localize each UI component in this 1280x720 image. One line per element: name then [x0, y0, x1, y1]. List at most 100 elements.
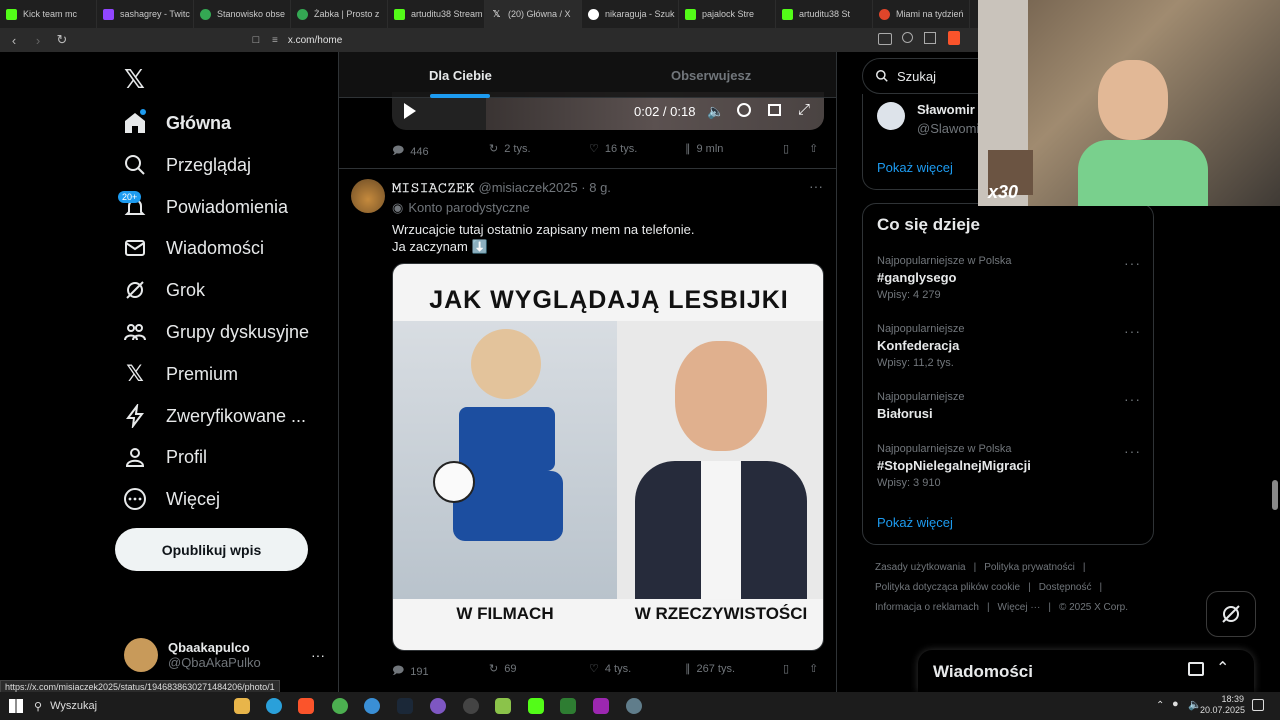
bookmark-button[interactable]: ▯: [783, 142, 789, 155]
obs-icon[interactable]: [463, 698, 479, 714]
nav-item-profile[interactable]: Profil: [122, 437, 207, 477]
repost-button[interactable]: ↻ 69: [489, 662, 516, 676]
footer-link[interactable]: Informacja o reklamach: [875, 602, 979, 613]
app-icon[interactable]: [364, 698, 380, 714]
browser-tab[interactable]: 𝕏 (20) Główna / X: [485, 0, 582, 28]
nav-item-more[interactable]: Więcej: [122, 479, 220, 519]
views-button[interactable]: ∥ 9 mln: [685, 142, 723, 156]
messages-drawer[interactable]: Wiadomości ⌃: [918, 650, 1254, 692]
views-button[interactable]: ∥ 267 tys.: [685, 662, 735, 676]
tab-for-you[interactable]: Dla Ciebie: [429, 68, 492, 83]
browser-tab[interactable]: nikaraguja - Szuk: [582, 0, 679, 28]
tray-chevron-icon[interactable]: ⌃: [1156, 700, 1164, 711]
browser-tab[interactable]: sashagrey - Twitc: [97, 0, 194, 28]
grok-floating-button[interactable]: [1206, 591, 1256, 637]
settings-icon[interactable]: [737, 103, 751, 117]
volume-icon[interactable]: 🔈: [707, 103, 724, 120]
windows-start-icon[interactable]: [9, 699, 23, 713]
app-icon[interactable]: [560, 698, 576, 714]
chrome-icon[interactable]: [332, 698, 348, 714]
zoom-icon[interactable]: [902, 32, 913, 43]
mic-icon[interactable]: ●: [1172, 698, 1179, 710]
taskbar-search[interactable]: ⚲ Wyszukaj: [34, 696, 224, 716]
nav-item-communities[interactable]: Grupy dyskusyjne: [122, 312, 309, 352]
play-icon[interactable]: [404, 103, 416, 119]
notifications-icon[interactable]: [1252, 699, 1264, 711]
address-bar[interactable]: ≡ x.com/home: [244, 31, 974, 49]
nav-item-verified-orgs[interactable]: Zweryfikowane ...: [122, 396, 306, 436]
app-icon[interactable]: [495, 698, 511, 714]
clock[interactable]: 18:39 20.07.2025: [1200, 694, 1245, 716]
account-menu-icon[interactable]: ···: [311, 647, 325, 663]
footer-link[interactable]: Polityka prywatności: [984, 562, 1075, 573]
forward-icon[interactable]: ›: [28, 30, 48, 50]
post-button[interactable]: Opublikuj wpis: [115, 528, 308, 571]
footer-link[interactable]: Więcej ···: [998, 602, 1041, 613]
share-button[interactable]: ⇧: [809, 662, 818, 675]
reply-button[interactable]: 🗩 191: [392, 662, 429, 681]
trend-item[interactable]: Najpopularniejsze w Polska #StopNielegal…: [877, 443, 1141, 489]
post-image[interactable]: JAK WYGLĄDAJĄ LESBIJKI W FILMACH W RZECZ…: [392, 263, 824, 651]
like-button[interactable]: ♡ 4 tys.: [589, 662, 631, 676]
nav-item-messages[interactable]: Wiadomości: [122, 228, 264, 268]
browser-tab[interactable]: pajalock Stre: [679, 0, 776, 28]
back-icon[interactable]: ‹: [4, 30, 24, 50]
repost-button[interactable]: ↻ 2 tys.: [489, 142, 531, 156]
browser-tab[interactable]: Miami na tydzień: [873, 0, 970, 28]
reply-button[interactable]: 🗩 446: [392, 142, 429, 161]
x-logo-icon[interactable]: 𝕏: [124, 64, 145, 95]
app-icon[interactable]: [430, 698, 446, 714]
grok-icon: [122, 277, 148, 303]
kick-icon[interactable]: [528, 698, 544, 714]
app-icon[interactable]: [593, 698, 609, 714]
trend-more-icon[interactable]: ···: [1124, 391, 1141, 407]
browser-tab[interactable]: Stanowisko obse: [194, 0, 291, 28]
nav-item-premium[interactable]: 𝕏 Premium: [122, 354, 238, 394]
expand-icon[interactable]: ⌃: [1216, 658, 1229, 678]
tab-following[interactable]: Obserwujesz: [671, 68, 751, 83]
post-more-icon[interactable]: ···: [809, 178, 823, 194]
browser-tab[interactable]: artuditu38 St: [776, 0, 873, 28]
nav-item-explore[interactable]: Przeglądaj: [122, 145, 251, 185]
trend-more-icon[interactable]: ···: [1124, 443, 1141, 459]
site-info-icon[interactable]: ≡: [272, 35, 278, 46]
account-switcher[interactable]: Qbaakapulco @QbaAkaPulko ···: [115, 632, 325, 678]
steam-icon[interactable]: [397, 698, 413, 714]
show-more-link[interactable]: Pokaż więcej: [877, 515, 953, 530]
edge-icon[interactable]: [266, 698, 282, 714]
pip-icon[interactable]: [768, 104, 781, 116]
app-icon[interactable]: [626, 698, 642, 714]
share-button[interactable]: ⇧: [809, 142, 818, 155]
trend-item[interactable]: Najpopularniejsze w Polska #ganglysego W…: [877, 255, 1141, 301]
trend-more-icon[interactable]: ···: [1124, 255, 1141, 271]
post-handle-time[interactable]: @misiaczek2025 · 8 g.: [479, 180, 611, 196]
fullscreen-icon[interactable]: ⤢: [798, 101, 810, 118]
footer-link[interactable]: Zasady użytkowania: [875, 562, 966, 573]
brave-shield-icon[interactable]: [948, 31, 960, 45]
footer-link[interactable]: Dostępność: [1039, 582, 1092, 593]
like-button[interactable]: ♡ 16 tys.: [589, 142, 637, 156]
trend-item[interactable]: Najpopularniejsze Konfederacja Wpisy: 11…: [877, 323, 1141, 369]
meme-right-caption: W RZECZYWISTOŚCI: [634, 604, 808, 623]
footer-link[interactable]: Polityka dotycząca plików cookie: [875, 582, 1020, 593]
brave-icon[interactable]: [298, 698, 314, 714]
file-explorer-icon[interactable]: [234, 698, 250, 714]
nav-item-grok[interactable]: Grok: [122, 270, 205, 310]
reload-icon[interactable]: ↻: [52, 30, 72, 50]
post-display-name[interactable]: 𝙼𝙸𝚂𝙸𝙰𝙲𝚉𝙴𝙺: [392, 180, 475, 196]
bookmark-button[interactable]: ▯: [783, 662, 789, 675]
nav-item-notifications[interactable]: Powiadomienia 20+: [118, 187, 288, 227]
share-icon[interactable]: [924, 32, 936, 44]
post-avatar[interactable]: [351, 179, 385, 213]
suggest-avatar[interactable]: [877, 102, 905, 130]
nav-item-home[interactable]: Główna: [122, 103, 231, 143]
scrollbar-thumb[interactable]: [1272, 480, 1278, 510]
trend-more-icon[interactable]: ···: [1124, 323, 1141, 339]
show-more-link[interactable]: Pokaż więcej: [877, 160, 953, 175]
trend-item[interactable]: Najpopularniejsze Białorusi ···: [877, 391, 1141, 421]
new-message-icon[interactable]: [1188, 662, 1204, 676]
browser-tab[interactable]: Żabka | Prosto z: [291, 0, 388, 28]
reader-icon[interactable]: [878, 33, 892, 45]
browser-tab[interactable]: Kick team mc: [0, 0, 97, 28]
browser-tab[interactable]: artuditu38 Stream: [388, 0, 485, 28]
